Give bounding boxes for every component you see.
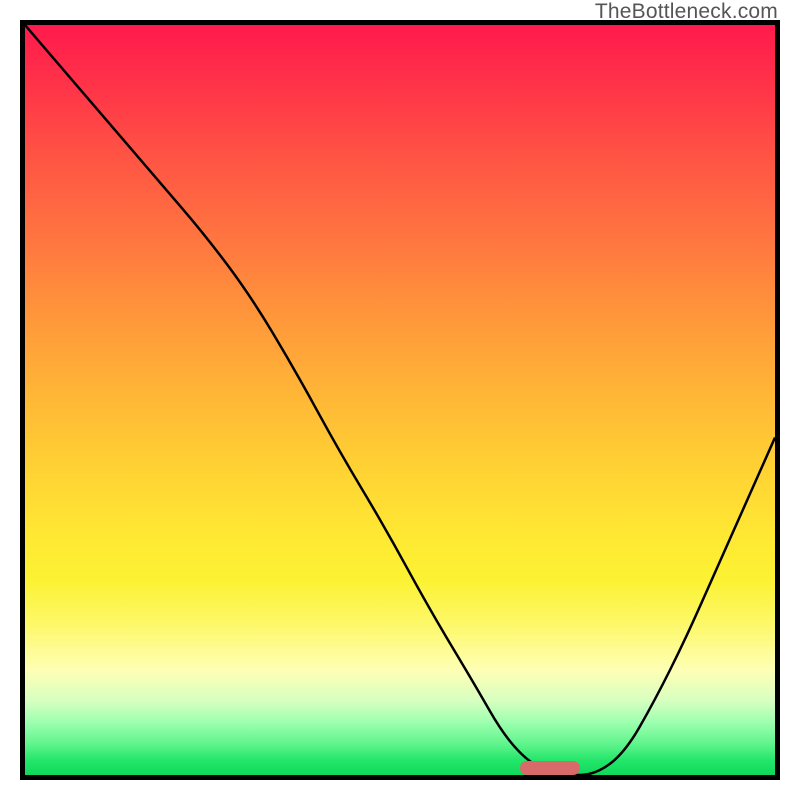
bottleneck-curve <box>25 25 775 775</box>
optimum-marker <box>520 761 580 775</box>
chart-frame <box>20 20 780 780</box>
curve-path <box>25 25 775 775</box>
